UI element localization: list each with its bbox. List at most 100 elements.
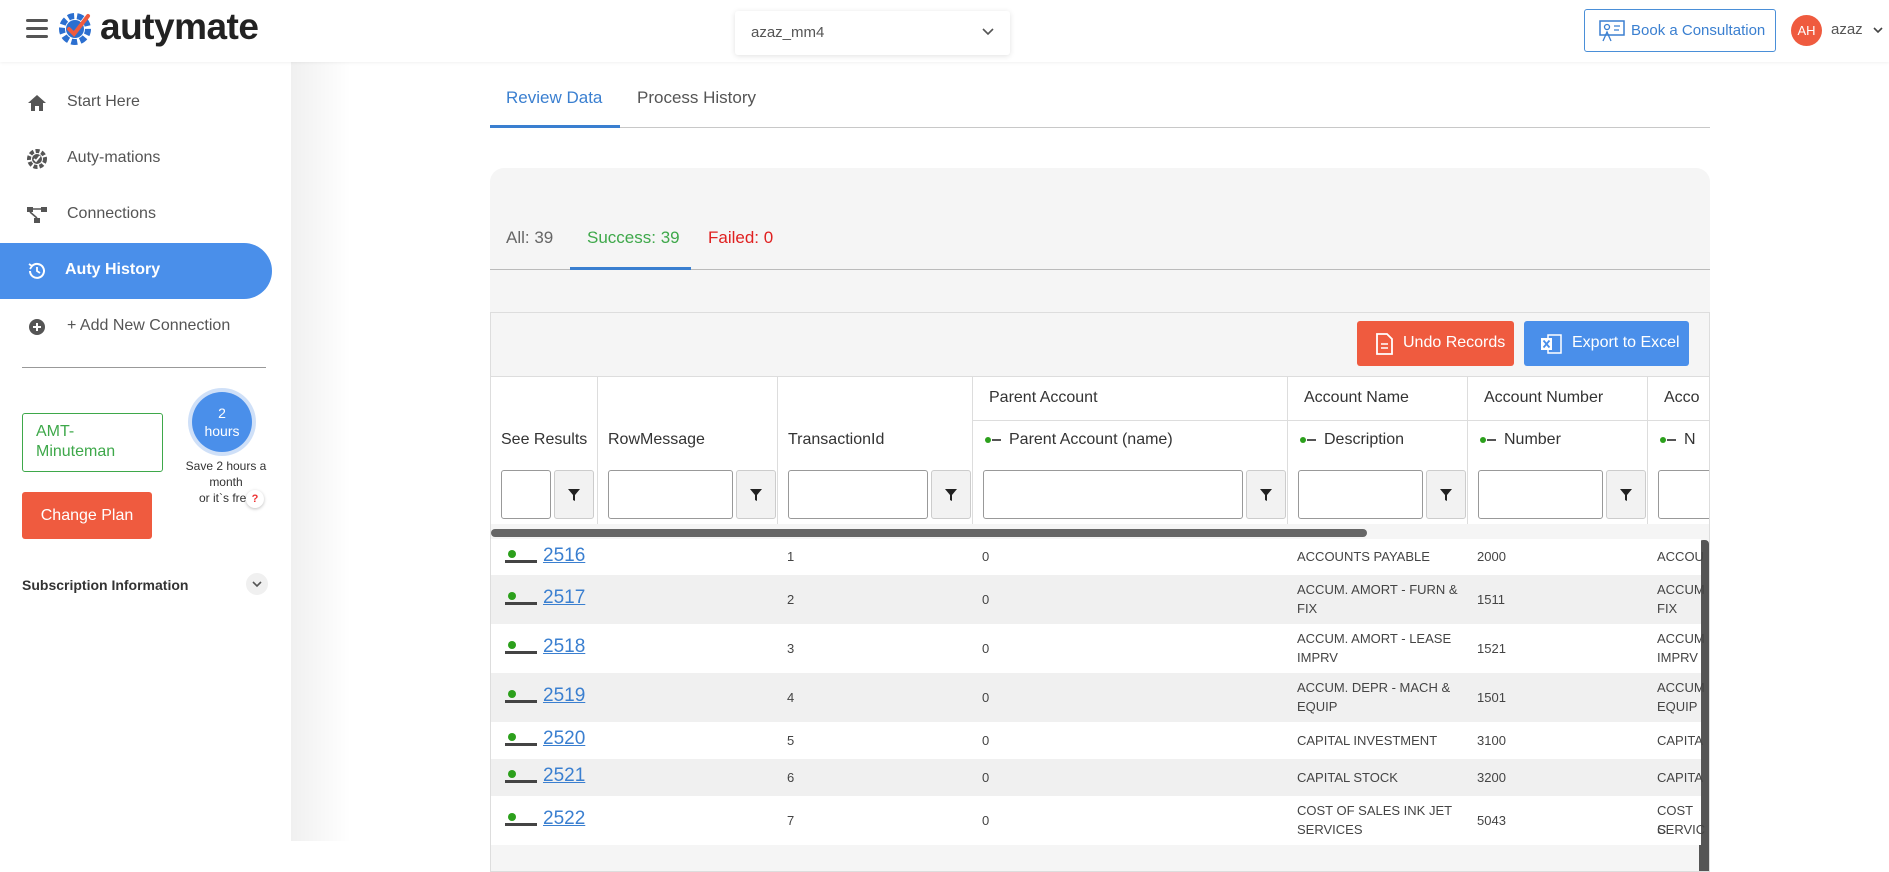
filter-button[interactable] [1606,470,1646,519]
filter-input[interactable] [1658,470,1709,519]
table-row: 2522 7 0 COST OF SALES INK JET SERVICES … [491,796,1705,845]
table-row: 2516 1 0 ACCOUNTS PAYABLE 2000 ACCOU [491,539,1704,575]
column-header[interactable]: See Results [501,431,587,449]
cell-desc: COST OF SALES INK JET [1297,803,1453,818]
table-row: 2518 3 0 ACCUM. AMORT - LEASE IMPRV 1521… [491,624,1705,673]
cell-txn: 3 [787,641,795,656]
autymate-logo-icon [59,13,91,45]
filter-button[interactable] [931,470,971,519]
column-n: Acco N [1648,376,1709,524]
table-row: 2519 4 0 ACCUM. DEPR - MACH & EQUIP 1501… [491,673,1705,722]
avatar[interactable]: AH [1791,15,1822,46]
cell-txn: 2 [787,592,795,607]
plan-badge: AMT-Minuteman [22,413,163,472]
chevron-down-icon[interactable] [246,573,268,595]
book-consultation-button[interactable]: Book a Consultation [1584,9,1776,52]
result-link[interactable]: 2520 [543,728,585,750]
cell-number: 1501 [1477,690,1506,705]
hamburger-menu-icon[interactable] [26,19,48,39]
tab-failed[interactable]: Failed: 0 [708,228,773,248]
column-header[interactable]: Parent Account (name) [983,431,1173,449]
result-link[interactable]: 2519 [543,685,585,707]
filter-button[interactable] [554,470,594,519]
cell-extra: ACCUM [1657,631,1705,646]
result-link[interactable]: 2517 [543,587,585,609]
result-link[interactable]: 2522 [543,808,585,830]
sidebar: Start Here Auty-mations Connections Auty… [0,62,291,841]
cell-extra-2: SERVIC [1657,822,1706,837]
cell-txn: 6 [787,770,795,785]
tab-success[interactable]: Success: 39 [587,228,680,248]
filter-input[interactable] [788,470,928,519]
cell-number: 1511 [1477,592,1505,607]
filter-icon [1620,489,1632,501]
cell-parent: 0 [982,641,990,656]
export-to-excel-button[interactable]: Export to Excel [1524,321,1689,366]
result-link[interactable]: 2521 [543,765,585,787]
result-link[interactable]: 2516 [543,545,585,567]
change-plan-button[interactable]: Change Plan [22,492,152,539]
sidebar-item-label: Auty History [65,261,161,278]
filter-button[interactable] [736,470,776,519]
sidebar-item-start-here[interactable]: Start Here [0,75,272,131]
cell-number: 5043 [1477,813,1506,828]
cell-extra: CAPITA [1657,770,1703,785]
cell-txn: 7 [787,813,795,828]
column-header[interactable]: N [1658,431,1696,449]
result-link[interactable]: 2518 [543,636,585,658]
subscription-information-label[interactable]: Subscription Information [22,577,188,593]
plan-name: AMT-Minuteman [36,423,116,460]
sidebar-item-connections[interactable]: Connections [0,187,272,243]
cell-txn: 5 [787,733,795,748]
cell-desc: ACCUM. DEPR - MACH & [1297,680,1451,695]
filter-input[interactable] [608,470,733,519]
undo-records-button[interactable]: Undo Records [1357,321,1514,366]
filter-input[interactable] [983,470,1243,519]
quickbooks-icon [505,641,537,654]
column-header[interactable]: Description [1298,431,1404,449]
tab-review-data[interactable]: Review Data [506,88,602,108]
group-header: Account Number [1468,377,1647,421]
tab-all[interactable]: All: 39 [506,228,553,248]
workspace-select[interactable]: azaz_mm4 [735,11,1010,55]
help-icon[interactable]: ? [246,490,264,508]
cell-desc: ACCUM. AMORT - LEASE [1297,631,1452,646]
document-icon [1376,333,1393,355]
cell-extra-2: IMPRV [1657,650,1698,665]
review-panel: All: 39 Success: 39 Failed: 0 Undo Recor… [490,168,1710,872]
filter-input[interactable] [1298,470,1423,519]
column-header[interactable]: Number [1478,431,1561,449]
hours-value: 2 [218,405,226,421]
sidebar-item-add-new-connection[interactable]: + Add New Connection [0,299,272,355]
cell-desc-2: FIX [1297,601,1318,616]
cell-parent: 0 [982,549,990,564]
filter-button[interactable] [1246,470,1286,519]
sidebar-item-auty-history[interactable]: Auty History [0,243,272,299]
active-tab-indicator [490,125,620,128]
username[interactable]: azaz [1831,21,1863,38]
plus-circle-icon [29,319,45,335]
cell-parent: 0 [982,592,990,607]
history-icon [28,262,45,279]
filter-icon [750,489,762,501]
filter-icon [945,489,957,501]
tab-process-history[interactable]: Process History [637,88,756,108]
column-header[interactable]: RowMessage [608,431,705,449]
horizontal-scrollbar[interactable] [491,529,1367,537]
quickbooks-icon [1480,436,1496,443]
column-number: Account Number Number [1468,376,1648,524]
filter-icon [568,489,580,501]
filter-button[interactable] [1426,470,1466,519]
cell-desc-2: EQUIP [1297,699,1338,714]
sidebar-item-label: Auty-mations [67,149,161,166]
cell-parent: 0 [982,690,990,705]
sidebar-item-label: Connections [67,205,156,222]
status-tab-indicator [570,267,691,270]
sidebar-item-auty-mations[interactable]: Auty-mations [0,131,272,187]
filter-input[interactable] [501,470,551,519]
filter-input[interactable] [1478,470,1603,519]
column-header[interactable]: TransactionId [788,431,884,449]
cell-desc: CAPITAL INVESTMENT [1297,733,1438,748]
chevron-down-icon[interactable] [1872,24,1884,36]
quickbooks-icon [505,592,537,605]
